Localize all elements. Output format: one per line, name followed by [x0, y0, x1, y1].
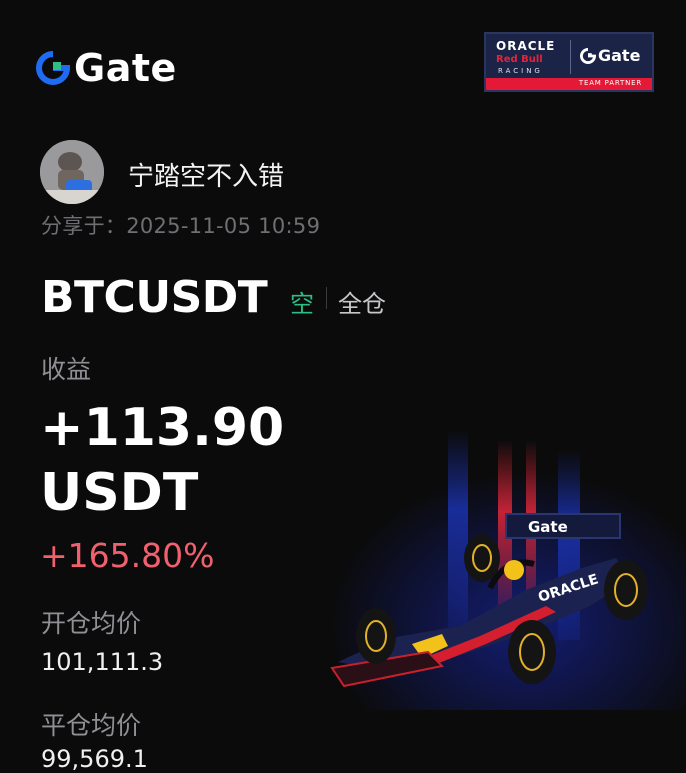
close-price-label: 平仓均价 [41, 711, 142, 740]
gate-logo-icon [36, 51, 70, 85]
partner-gate-logo: Gate [580, 46, 640, 65]
wheel [508, 620, 556, 684]
wheel [604, 560, 648, 620]
brand-name: Gate [74, 46, 177, 90]
position-side-badge: 空 [290, 290, 314, 318]
pnl-amount: +113.90 [40, 398, 285, 458]
avatar[interactable] [40, 140, 104, 204]
partner-divider [570, 40, 571, 74]
pnl-label: 收益 [41, 355, 92, 384]
partner-redbull-text: Red Bull [496, 54, 543, 65]
avatar-photo [40, 140, 104, 204]
team-partner-strip: TEAM PARTNER [486, 78, 652, 90]
trading-pair: BTCUSDT [41, 272, 268, 323]
driver-helmet [504, 560, 524, 580]
entry-price-label: 开仓均价 [41, 609, 142, 638]
close-price-value: 99,569.1 [41, 745, 148, 773]
username: 宁踏空不入错 [128, 162, 285, 192]
pnl-unit: USDT [40, 463, 199, 523]
partner-racing-text: RACING [498, 67, 543, 75]
wheel [356, 608, 396, 664]
f1-car-illustration: Gate ORACLE [330, 430, 686, 710]
gate-logo-icon [580, 47, 596, 64]
wheel [464, 534, 500, 582]
team-partner-text: TEAM PARTNER [578, 79, 642, 87]
pnl-percent: +165.80% [40, 536, 215, 575]
shared-timestamp: 分享于：2025-11-05 10:59 [41, 214, 321, 238]
gate-logo: Gate [36, 48, 177, 88]
margin-mode-badge: 全仓 [338, 290, 386, 318]
tag-divider [326, 287, 327, 309]
partner-gate-text: Gate [598, 46, 641, 65]
entry-price-value: 101,111.3 [41, 648, 164, 676]
light-beam [448, 430, 468, 630]
partner-oracle-text: ORACLE [496, 39, 556, 53]
rear-wing-sponsor-text: Gate [528, 518, 568, 536]
partner-badge: ORACLE Red Bull RACING Gate TEAM PARTNER [484, 32, 654, 92]
